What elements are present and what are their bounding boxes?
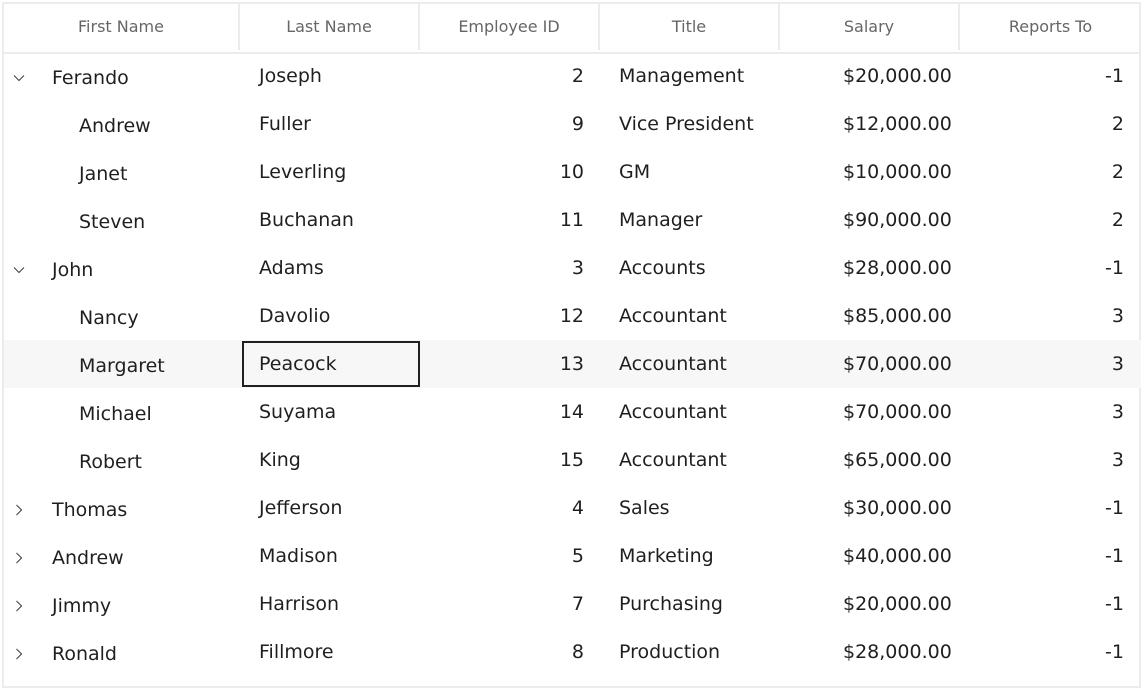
table-row[interactable]: Andrew Madison 5 Marketing $40,000.00 -1	[4, 532, 1141, 580]
cell-salary[interactable]: $90,000.00	[780, 196, 960, 244]
cell-reports[interactable]: -1	[960, 628, 1141, 676]
column-header-salary[interactable]: Salary	[780, 4, 960, 50]
table-row[interactable]: John Adams 3 Accounts $28,000.00 -1	[4, 244, 1141, 292]
cell-id[interactable]: 2	[420, 52, 600, 100]
table-row[interactable]: Robert King 15 Accountant $65,000.00 3	[4, 436, 1141, 484]
cell-salary[interactable]: $10,000.00	[780, 148, 960, 196]
cell-first[interactable]: John	[4, 246, 240, 294]
cell-first[interactable]: Robert	[4, 438, 240, 486]
cell-last[interactable]: Fillmore	[240, 628, 420, 676]
cell-reports[interactable]: 2	[960, 148, 1141, 196]
cell-first[interactable]: Margaret	[4, 342, 240, 390]
cell-first[interactable]: Steven	[4, 198, 240, 246]
cell-title[interactable]: GM	[600, 148, 780, 196]
table-row[interactable]: Ronald Fillmore 8 Production $28,000.00 -1	[4, 628, 1141, 676]
cell-id[interactable]: 12	[420, 292, 600, 340]
cell-title[interactable]: Purchasing	[600, 580, 780, 628]
cell-reports[interactable]: -1	[960, 244, 1141, 292]
cell-salary[interactable]: $30,000.00	[780, 484, 960, 532]
table-row[interactable]: Ferando Joseph 2 Management $20,000.00 -1	[4, 52, 1141, 100]
cell-reports[interactable]: 3	[960, 388, 1141, 436]
cell-title[interactable]: Accountant	[600, 388, 780, 436]
table-row[interactable]: Thomas Jefferson 4 Sales $30,000.00 -1	[4, 484, 1141, 532]
cell-title[interactable]: Marketing	[600, 532, 780, 580]
cell-salary[interactable]: $40,000.00	[780, 532, 960, 580]
cell-last[interactable]: Joseph	[240, 52, 420, 100]
cell-salary[interactable]: $65,000.00	[780, 436, 960, 484]
cell-salary[interactable]: $70,000.00	[780, 340, 960, 388]
cell-title[interactable]: Accountant	[600, 292, 780, 340]
column-header-title[interactable]: Title	[600, 4, 780, 50]
cell-title[interactable]: Vice President	[600, 100, 780, 148]
cell-reports[interactable]: -1	[960, 532, 1141, 580]
table-row[interactable]: Nancy Davolio 12 Accountant $85,000.00 3	[4, 292, 1141, 340]
tree-grid: First Name Last Name Employee ID Title Salar…	[2, 2, 1141, 688]
cell-id[interactable]: 7	[420, 580, 600, 628]
cell-title[interactable]: Production	[600, 628, 780, 676]
column-header-last[interactable]: Last Name	[240, 4, 420, 50]
table-row[interactable]: Margaret Peacock 13 Accountant $70,000.00 3	[4, 340, 1141, 388]
table-row[interactable]: Michael Suyama 14 Accountant $70,000.00 3	[4, 388, 1141, 436]
cell-reports[interactable]: -1	[960, 52, 1141, 100]
table-row[interactable]: Janet Leverling 10 GM $10,000.00 2	[4, 148, 1141, 196]
cell-salary[interactable]: $20,000.00	[780, 580, 960, 628]
cell-title[interactable]: Accountant	[600, 340, 780, 388]
cell-reports[interactable]: -1	[960, 484, 1141, 532]
cell-last[interactable]: Suyama	[240, 388, 420, 436]
cell-id[interactable]: 9	[420, 100, 600, 148]
cell-last[interactable]: Fuller	[240, 100, 420, 148]
table-row[interactable]: Andrew Fuller 9 Vice President $12,000.00 2	[4, 100, 1141, 148]
cell-title[interactable]: Management	[600, 52, 780, 100]
cell-last[interactable]: Jefferson	[240, 484, 420, 532]
cell-salary[interactable]: $85,000.00	[780, 292, 960, 340]
cell-reports[interactable]: -1	[960, 580, 1141, 628]
cell-reports[interactable]: 2	[960, 100, 1141, 148]
table-row[interactable]: Steven Buchanan 11 Manager $90,000.00 2	[4, 196, 1141, 244]
cell-id[interactable]: 14	[420, 388, 600, 436]
cell-reports[interactable]: 3	[960, 340, 1141, 388]
cell-id[interactable]: 10	[420, 148, 600, 196]
column-header-id[interactable]: Employee ID	[420, 4, 600, 50]
column-header-reports[interactable]: Reports To	[960, 4, 1141, 50]
cell-title[interactable]: Sales	[600, 484, 780, 532]
cell-first[interactable]: Nancy	[4, 294, 240, 342]
cell-id[interactable]: 3	[420, 244, 600, 292]
cell-last[interactable]: Peacock	[240, 340, 420, 388]
cell-salary[interactable]: $12,000.00	[780, 100, 960, 148]
cell-salary[interactable]: $70,000.00	[780, 388, 960, 436]
cell-title[interactable]: Accounts	[600, 244, 780, 292]
cell-last[interactable]: Adams	[240, 244, 420, 292]
cell-first[interactable]: Andrew	[4, 102, 240, 150]
cell-salary[interactable]: $28,000.00	[780, 628, 960, 676]
cell-salary[interactable]: $28,000.00	[780, 244, 960, 292]
cell-id[interactable]: 13	[420, 340, 600, 388]
cell-reports[interactable]: 3	[960, 292, 1141, 340]
cell-last[interactable]: King	[240, 436, 420, 484]
cell-first[interactable]: Ferando	[4, 54, 240, 102]
cell-first[interactable]: Ronald	[4, 630, 240, 678]
grid-header: First Name Last Name Employee ID Title Salar…	[4, 4, 1141, 54]
cell-first[interactable]: Andrew	[4, 534, 240, 582]
cell-last[interactable]: Madison	[240, 532, 420, 580]
column-header-first[interactable]: First Name	[4, 4, 240, 50]
cell-title[interactable]: Accountant	[600, 436, 780, 484]
cell-id[interactable]: 8	[420, 628, 600, 676]
cell-first[interactable]: Michael	[4, 390, 240, 438]
cell-last[interactable]: Davolio	[240, 292, 420, 340]
cell-id[interactable]: 5	[420, 532, 600, 580]
cell-first[interactable]: Jimmy	[4, 582, 240, 630]
cell-reports[interactable]: 3	[960, 436, 1141, 484]
cell-id[interactable]: 11	[420, 196, 600, 244]
cell-id[interactable]: 4	[420, 484, 600, 532]
cell-last[interactable]: Leverling	[240, 148, 420, 196]
cell-first[interactable]: Janet	[4, 150, 240, 198]
cell-first[interactable]: Thomas	[4, 486, 240, 534]
cell-salary[interactable]: $20,000.00	[780, 52, 960, 100]
cell-last[interactable]: Buchanan	[240, 196, 420, 244]
cell-reports[interactable]: 2	[960, 196, 1141, 244]
cell-last[interactable]: Harrison	[240, 580, 420, 628]
cell-title[interactable]: Manager	[600, 196, 780, 244]
table-row[interactable]: Jimmy Harrison 7 Purchasing $20,000.00 -1	[4, 580, 1141, 628]
cell-id[interactable]: 15	[420, 436, 600, 484]
